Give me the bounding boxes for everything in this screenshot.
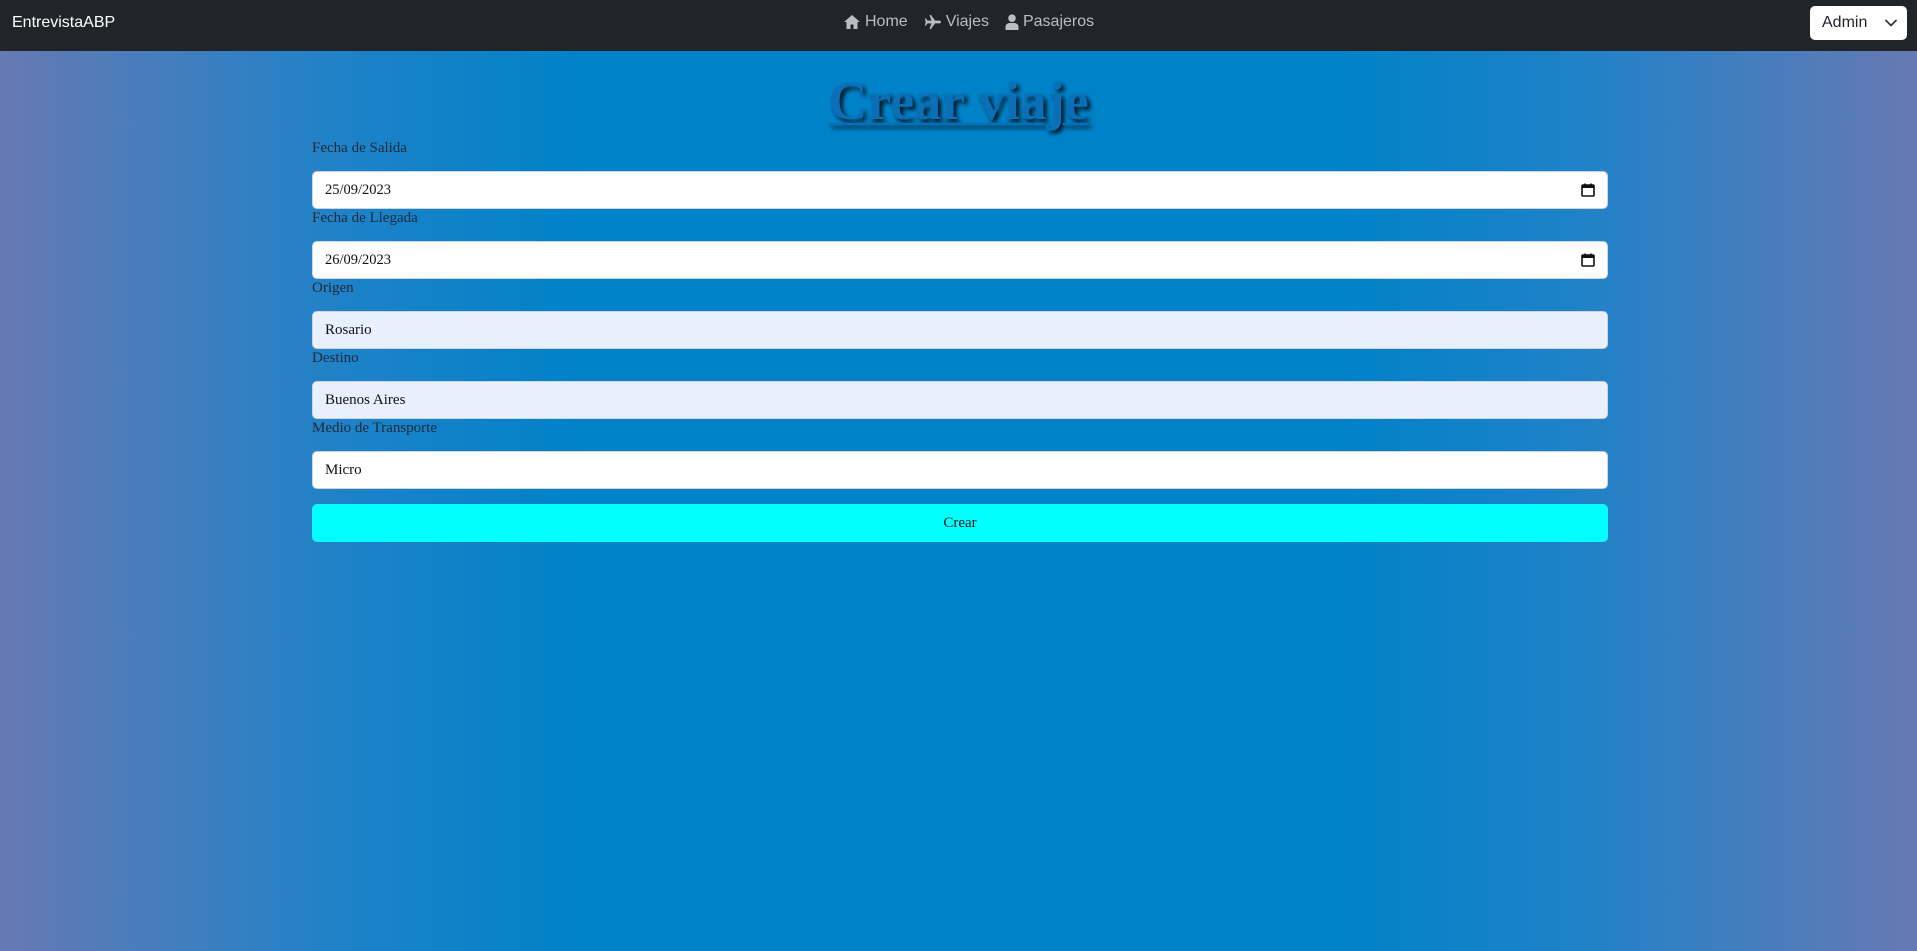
nav-link-viajes[interactable]: Viajes	[924, 13, 989, 31]
fecha-llegada-value: 26/09/2023	[325, 251, 392, 268]
origen-input[interactable]: Rosario	[312, 311, 1608, 349]
user-icon	[1005, 14, 1019, 30]
destino-value: Buenos Aires	[325, 391, 406, 408]
medio-transporte-input[interactable]: Micro	[312, 451, 1608, 489]
medio-transporte-value: Micro	[325, 461, 362, 478]
fecha-salida-input[interactable]: 25/09/2023	[312, 171, 1608, 209]
user-menu-select[interactable]: Admin	[1810, 6, 1907, 40]
nav-link-label: Viajes	[945, 13, 989, 30]
destino-input[interactable]: Buenos Aires	[312, 381, 1608, 419]
page-title: Crear viaje	[828, 71, 1089, 131]
fecha-llegada-label: Fecha de Llegada	[312, 210, 418, 226]
plane-icon	[924, 15, 941, 29]
origen-label: Origen	[312, 280, 354, 296]
top-navbar: EntrevistaABP Home Viajes Pasajeros Admi…	[0, 0, 1917, 51]
home-icon	[844, 15, 860, 29]
main-nav: Home Viajes Pasajeros	[843, 13, 1094, 31]
nav-link-home[interactable]: Home	[843, 13, 908, 31]
origen-value: Rosario	[325, 321, 372, 338]
medio-transporte-label: Medio de Transporte	[312, 420, 437, 436]
nav-link-label: Pasajeros	[1022, 13, 1095, 30]
calendar-icon[interactable]	[1581, 183, 1595, 197]
fecha-llegada-input[interactable]: 26/09/2023	[312, 241, 1608, 279]
nav-link-pasajeros[interactable]: Pasajeros	[1005, 13, 1094, 31]
chevron-down-icon	[1885, 19, 1897, 27]
user-menu-value: Admin	[1822, 14, 1868, 31]
brand-link[interactable]: EntrevistaABP	[12, 14, 115, 32]
calendar-icon[interactable]	[1581, 253, 1595, 267]
destino-label: Destino	[312, 350, 359, 366]
nav-link-label: Home	[865, 13, 908, 30]
fecha-salida-value: 25/09/2023	[325, 181, 392, 198]
fecha-salida-label: Fecha de Salida	[312, 140, 407, 156]
crear-button[interactable]: Crear	[312, 504, 1608, 542]
